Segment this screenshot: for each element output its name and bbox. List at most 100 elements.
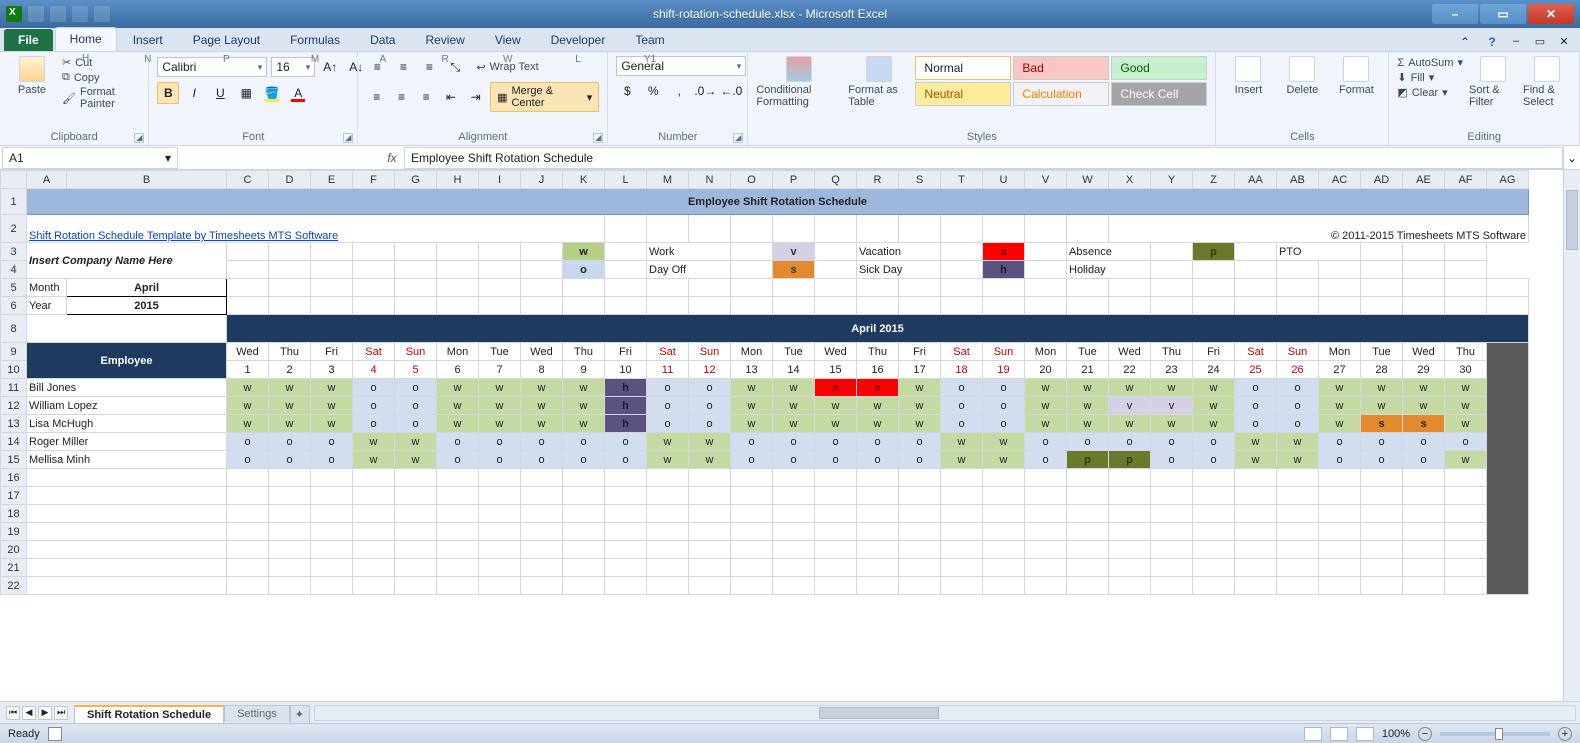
shift-cell[interactable]: w — [269, 379, 311, 397]
shift-cell[interactable]: w — [941, 451, 983, 469]
cut-button[interactable]: ✂Cut — [62, 56, 140, 69]
shift-cell[interactable]: o — [269, 451, 311, 469]
shift-cell[interactable]: w — [479, 379, 521, 397]
font-size-select[interactable]: 16▾ — [271, 57, 315, 77]
shift-cell[interactable]: o — [941, 397, 983, 415]
shift-cell[interactable]: o — [1151, 451, 1193, 469]
shift-cell[interactable]: h — [605, 379, 647, 397]
style-bad[interactable]: Bad — [1013, 56, 1109, 80]
row-header-20[interactable]: 20 — [1, 541, 27, 559]
minimize-ribbon-icon[interactable]: ⌃ — [1460, 35, 1476, 51]
shift-cell[interactable]: w — [1277, 451, 1319, 469]
col-header-AC[interactable]: AC — [1319, 171, 1361, 189]
clipboard-launcher[interactable]: ◢ — [134, 133, 144, 143]
copy-button[interactable]: ⧉Copy — [62, 71, 140, 84]
col-header-C[interactable]: C — [227, 171, 269, 189]
shift-cell[interactable]: w — [479, 397, 521, 415]
horizontal-scrollbar[interactable] — [314, 705, 1576, 721]
row-header-1[interactable]: 1 — [1, 189, 27, 215]
style-calculation[interactable]: Calculation — [1013, 82, 1109, 106]
col-header-A[interactable]: A — [27, 171, 67, 189]
shift-cell[interactable]: w — [353, 433, 395, 451]
col-header-V[interactable]: V — [1025, 171, 1067, 189]
shift-cell[interactable]: o — [689, 379, 731, 397]
macro-record-icon[interactable] — [48, 727, 62, 741]
autosum-button[interactable]: ΣAutoSum▾ — [1397, 56, 1463, 69]
row-header-3[interactable]: 3 — [1, 243, 27, 261]
shift-cell[interactable]: w — [731, 397, 773, 415]
row-header-18[interactable]: 18 — [1, 505, 27, 523]
employee-4[interactable]: Roger Miller — [27, 433, 227, 451]
shift-cell[interactable]: o — [647, 415, 689, 433]
shift-cell[interactable]: w — [689, 433, 731, 451]
shift-cell[interactable]: w — [521, 379, 563, 397]
shift-cell[interactable]: w — [1361, 379, 1403, 397]
col-header-AB[interactable]: AB — [1277, 171, 1319, 189]
shift-cell[interactable]: o — [899, 451, 941, 469]
shift-cell[interactable]: w — [941, 433, 983, 451]
shift-cell[interactable]: w — [1235, 451, 1277, 469]
shift-cell[interactable]: o — [605, 451, 647, 469]
sheet-nav-next[interactable]: ▶ — [38, 706, 52, 720]
number-format-select[interactable]: General▾ — [616, 56, 746, 76]
shift-cell[interactable]: o — [815, 433, 857, 451]
col-header-S[interactable]: S — [899, 171, 941, 189]
shift-cell[interactable]: w — [1361, 397, 1403, 415]
row-header-4[interactable]: 4 — [1, 261, 27, 279]
col-header-AA[interactable]: AA — [1235, 171, 1277, 189]
sheet-nav-last[interactable]: ⏭ — [54, 706, 68, 720]
shift-cell[interactable]: o — [773, 433, 815, 451]
sheet-title[interactable]: Employee Shift Rotation Schedule — [27, 189, 1529, 215]
shift-cell[interactable]: w — [1319, 397, 1361, 415]
template-link[interactable]: Shift Rotation Schedule Template by Time… — [27, 215, 605, 243]
shift-cell[interactable]: o — [857, 433, 899, 451]
shift-cell[interactable]: w — [1193, 397, 1235, 415]
shift-cell[interactable]: v — [1151, 397, 1193, 415]
zoom-slider[interactable] — [1440, 732, 1550, 736]
shift-cell[interactable]: o — [521, 451, 563, 469]
sort-filter-button[interactable]: Sort & Filter — [1469, 56, 1517, 108]
ribbon-tab-home[interactable]: HomeH — [55, 27, 117, 51]
col-header-P[interactable]: P — [773, 171, 815, 189]
shift-cell[interactable]: w — [815, 415, 857, 433]
col-header-AF[interactable]: AF — [1445, 171, 1487, 189]
shift-cell[interactable]: o — [479, 451, 521, 469]
col-header-AD[interactable]: AD — [1361, 171, 1403, 189]
row-header-22[interactable]: 22 — [1, 577, 27, 595]
redo-icon[interactable] — [72, 6, 88, 22]
align-center-icon[interactable]: ≡ — [391, 86, 412, 108]
shift-cell[interactable]: a — [815, 379, 857, 397]
shift-cell[interactable]: w — [1193, 379, 1235, 397]
undo-icon[interactable] — [50, 6, 66, 22]
clear-button[interactable]: ◩Clear▾ — [1397, 86, 1463, 99]
employee-1[interactable]: Bill Jones — [27, 379, 227, 397]
shift-cell[interactable]: w — [521, 397, 563, 415]
underline-button[interactable]: U — [209, 82, 231, 104]
minimize-button[interactable]: – — [1432, 4, 1478, 24]
font-launcher[interactable]: ◢ — [343, 133, 353, 143]
delete-cells-button[interactable]: Delete — [1278, 56, 1326, 96]
shift-cell[interactable]: w — [353, 451, 395, 469]
shift-cell[interactable]: w — [1193, 415, 1235, 433]
shift-cell[interactable]: w — [1445, 379, 1487, 397]
font-name-select[interactable]: Calibri▾ — [157, 57, 267, 77]
shift-cell[interactable]: o — [395, 379, 437, 397]
row-header-5[interactable]: 5 — [1, 279, 27, 297]
ribbon-tab-insert[interactable]: InsertN — [119, 29, 177, 51]
shift-cell[interactable]: w — [1445, 451, 1487, 469]
shift-cell[interactable]: w — [1109, 415, 1151, 433]
shift-cell[interactable]: o — [731, 451, 773, 469]
workbook-min-icon[interactable]: – — [1508, 35, 1524, 51]
shift-cell[interactable]: w — [1067, 379, 1109, 397]
row-header-6[interactable]: 6 — [1, 297, 27, 315]
shift-cell[interactable]: w — [815, 397, 857, 415]
ribbon-tab-data[interactable]: DataA — [356, 29, 409, 51]
shift-cell[interactable]: w — [1235, 433, 1277, 451]
shift-cell[interactable]: o — [1319, 451, 1361, 469]
shift-cell[interactable]: o — [1403, 451, 1445, 469]
shift-cell[interactable]: w — [647, 451, 689, 469]
employee-3[interactable]: Lisa McHugh — [27, 415, 227, 433]
view-page-layout-icon[interactable] — [1330, 727, 1348, 741]
shift-cell[interactable]: w — [773, 415, 815, 433]
shift-cell[interactable]: o — [1109, 433, 1151, 451]
